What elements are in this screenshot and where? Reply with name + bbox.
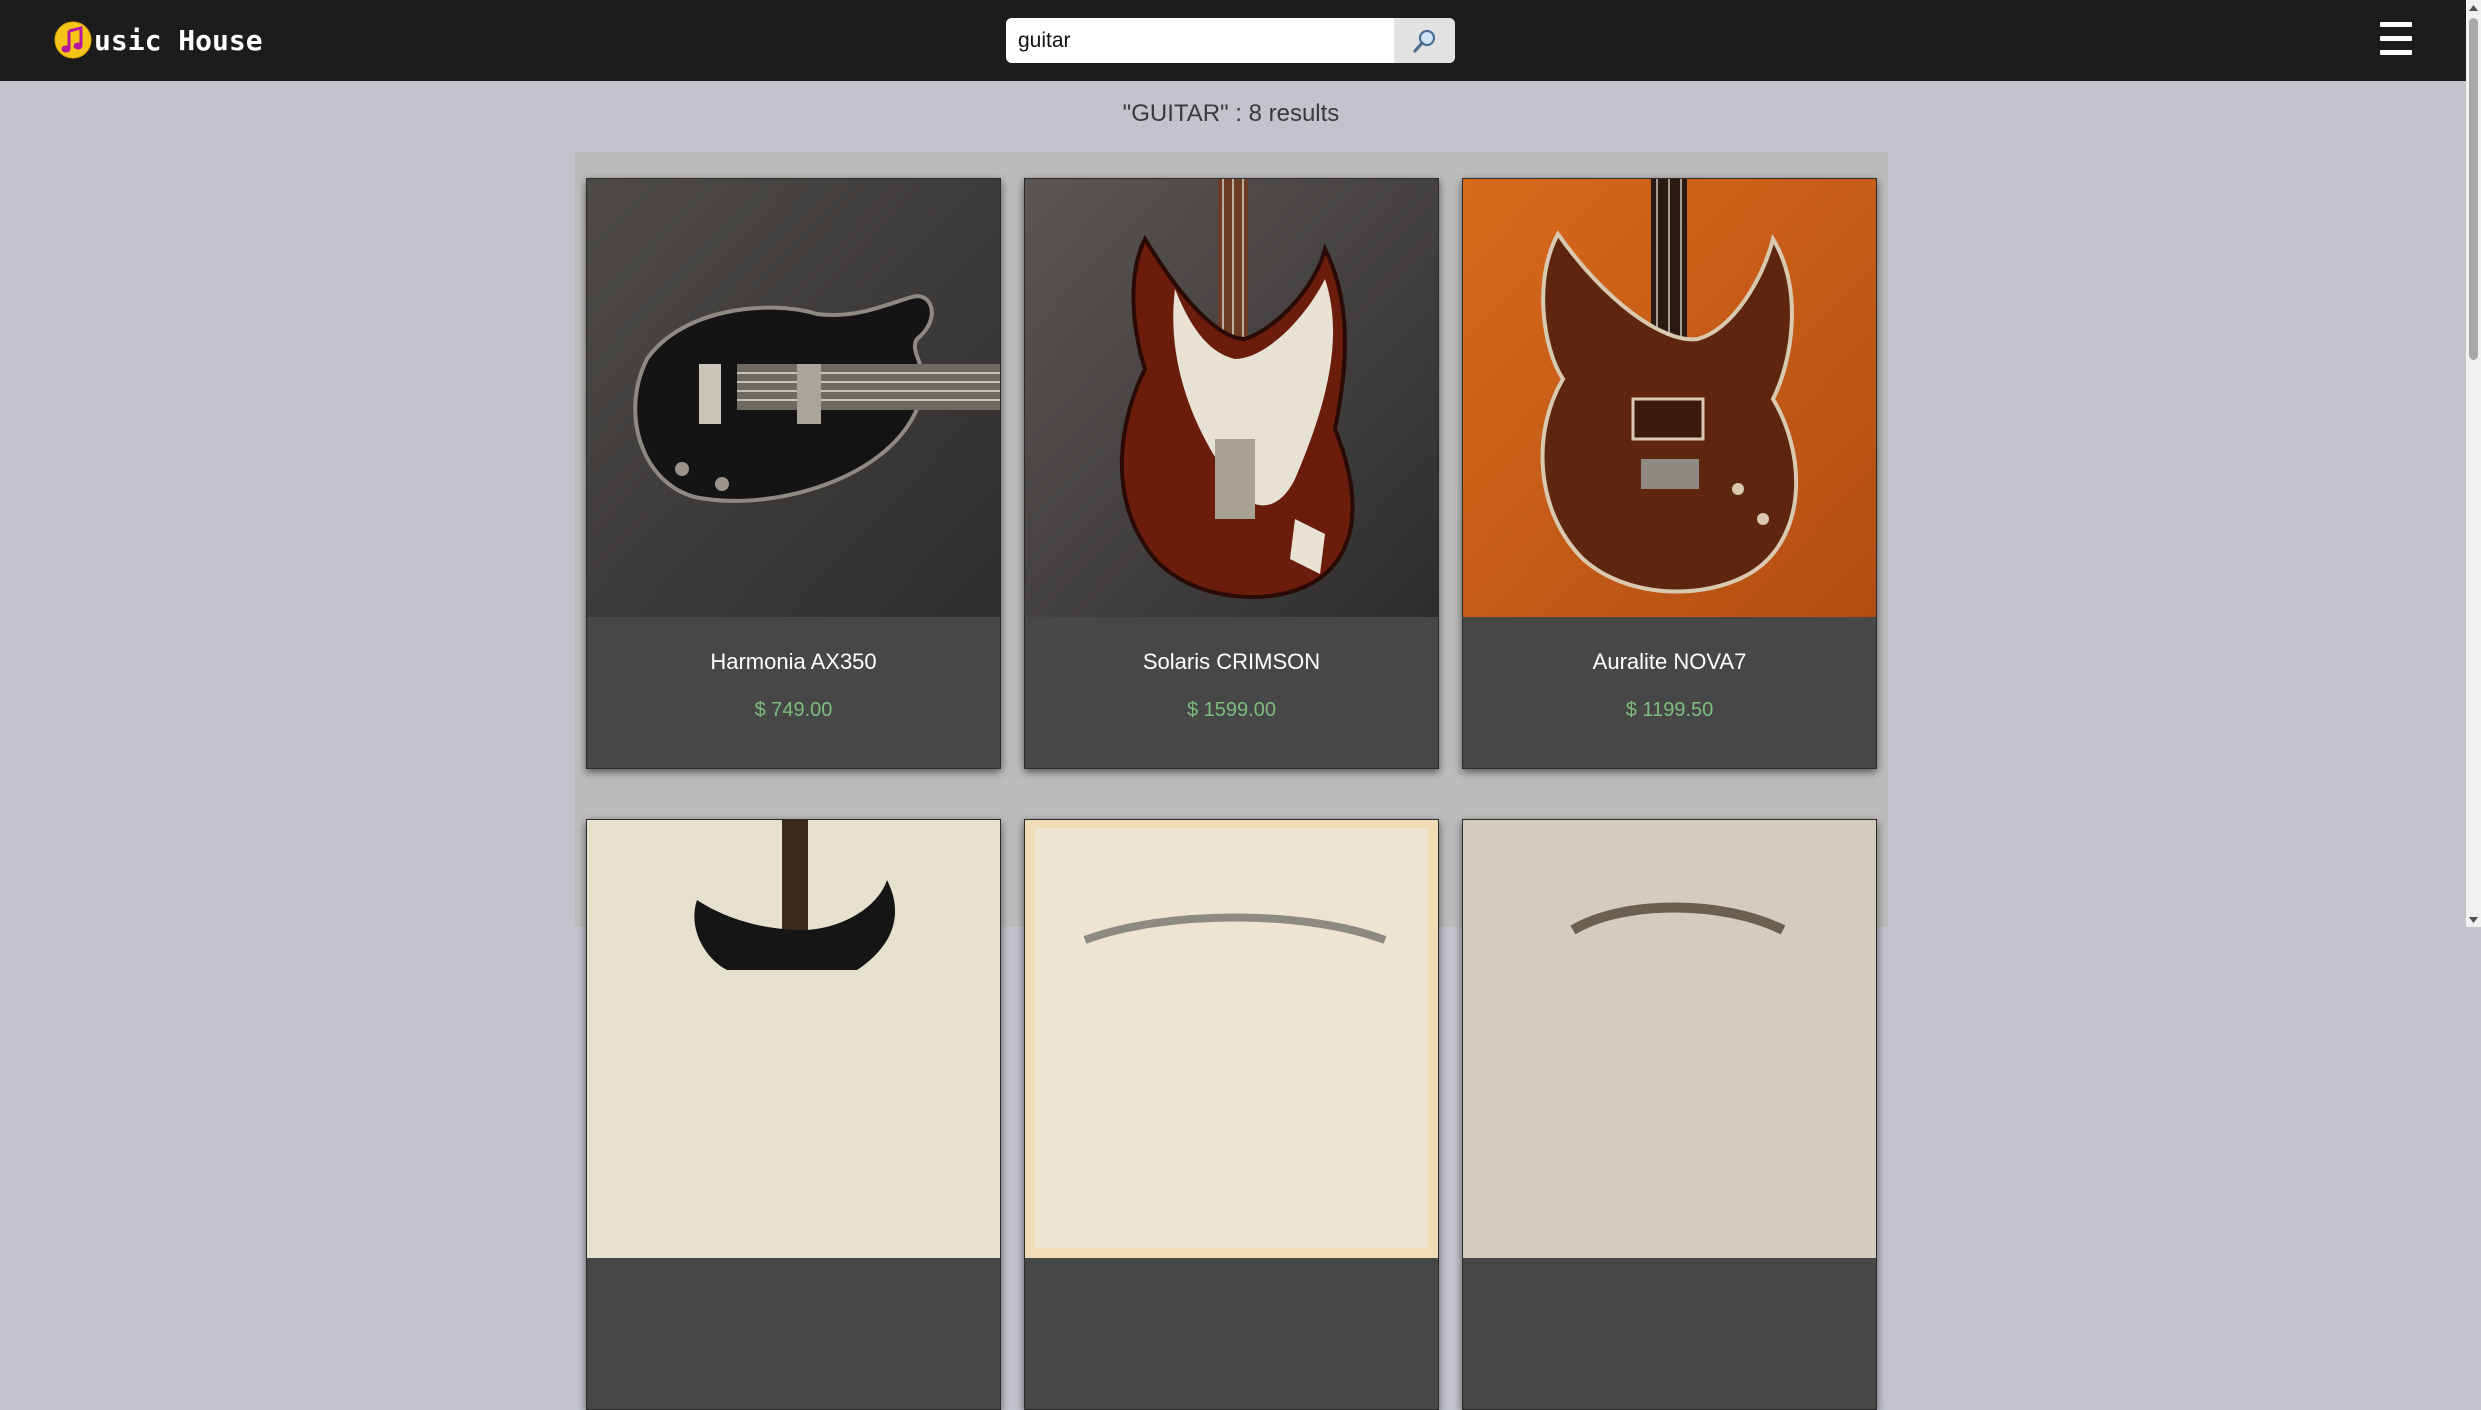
- product-price: $ 1599.00: [1187, 699, 1276, 721]
- caret-down-icon: [2469, 916, 2478, 923]
- product-card[interactable]: [1024, 819, 1439, 1410]
- product-image: [1025, 179, 1438, 617]
- scroll-down-arrow[interactable]: [2466, 912, 2481, 927]
- brand-logo[interactable]: usic House: [54, 21, 263, 59]
- search-icon: [1412, 29, 1435, 53]
- product-name[interactable]: Harmonia AX350: [587, 649, 1000, 675]
- top-navigation-bar: usic House: [0, 0, 2466, 81]
- scroll-up-arrow[interactable]: [2466, 0, 2481, 15]
- search-bar: [1006, 18, 1455, 63]
- search-input[interactable]: [1006, 18, 1394, 63]
- scrollbar-thumb[interactable]: [2469, 18, 2478, 360]
- product-image: [1463, 179, 1876, 617]
- product-price: $ 749.00: [754, 699, 833, 721]
- hamburger-menu-icon: [2380, 22, 2412, 27]
- product-card[interactable]: [586, 819, 1001, 1410]
- results-grid: Harmonia AX350 $ 749.00 Solaris CRIMSON …: [575, 152, 1888, 1410]
- product-image: [1025, 820, 1438, 1258]
- product-card[interactable]: Harmonia AX350 $ 749.00: [586, 178, 1001, 769]
- brand-name: usic House: [94, 23, 263, 57]
- search-button[interactable]: [1394, 18, 1455, 63]
- caret-up-icon: [2469, 4, 2478, 11]
- product-image: [587, 820, 1000, 1258]
- product-image: [1463, 820, 1876, 1258]
- music-note-icon: [54, 21, 92, 59]
- page-scrollbar[interactable]: [2466, 0, 2481, 927]
- product-card[interactable]: Solaris CRIMSON $ 1599.00: [1024, 178, 1439, 769]
- product-card[interactable]: Auralite NOVA7 $ 1199.50: [1462, 178, 1877, 769]
- search-results-heading: "GUITAR" : 8 results: [1122, 100, 1340, 127]
- product-name[interactable]: Solaris CRIMSON: [1025, 649, 1438, 675]
- product-price: $ 1199.50: [1625, 699, 1714, 721]
- product-name[interactable]: Auralite NOVA7: [1463, 649, 1876, 675]
- hamburger-menu-button[interactable]: [2380, 22, 2412, 56]
- product-image: [587, 179, 1000, 617]
- product-card[interactable]: [1462, 819, 1877, 1410]
